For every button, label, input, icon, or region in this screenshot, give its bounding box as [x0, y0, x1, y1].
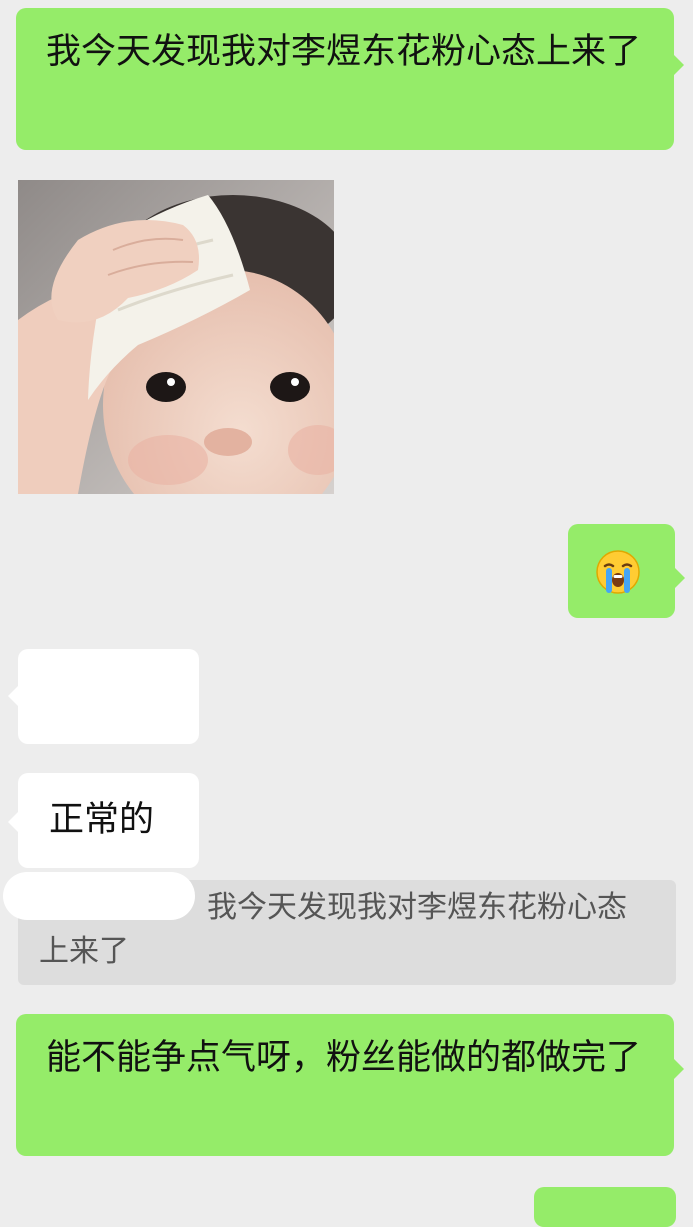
message-text: 能不能争点气呀，粉丝能做的都做完了 [46, 1038, 642, 1078]
sticker-image[interactable] [18, 180, 334, 494]
message-text: 我今天发现我对李煜东花粉心态上来了 [46, 32, 642, 72]
sent-emoji-bubble[interactable] [568, 524, 685, 618]
bubble-tail [673, 1058, 684, 1080]
sent-message-bubble[interactable] [534, 1187, 676, 1227]
redaction-mark [3, 872, 195, 920]
received-message-bubble[interactable]: 正常的 [8, 773, 199, 868]
message-text: 正常的 [49, 800, 155, 840]
baby-sticker-illustration [18, 180, 334, 494]
bubble-tail [8, 685, 19, 707]
loudly-crying-face-icon [596, 550, 640, 594]
sent-message-bubble[interactable]: 我今天发现我对李煜东花粉心态上来了 [16, 8, 684, 150]
sent-message-bubble[interactable]: 能不能争点气呀，粉丝能做的都做完了 [16, 1014, 684, 1156]
bubble-tail [8, 811, 19, 833]
received-message-bubble[interactable] [8, 649, 199, 744]
bubble-tail [673, 54, 684, 76]
bubble-tail [674, 567, 685, 589]
